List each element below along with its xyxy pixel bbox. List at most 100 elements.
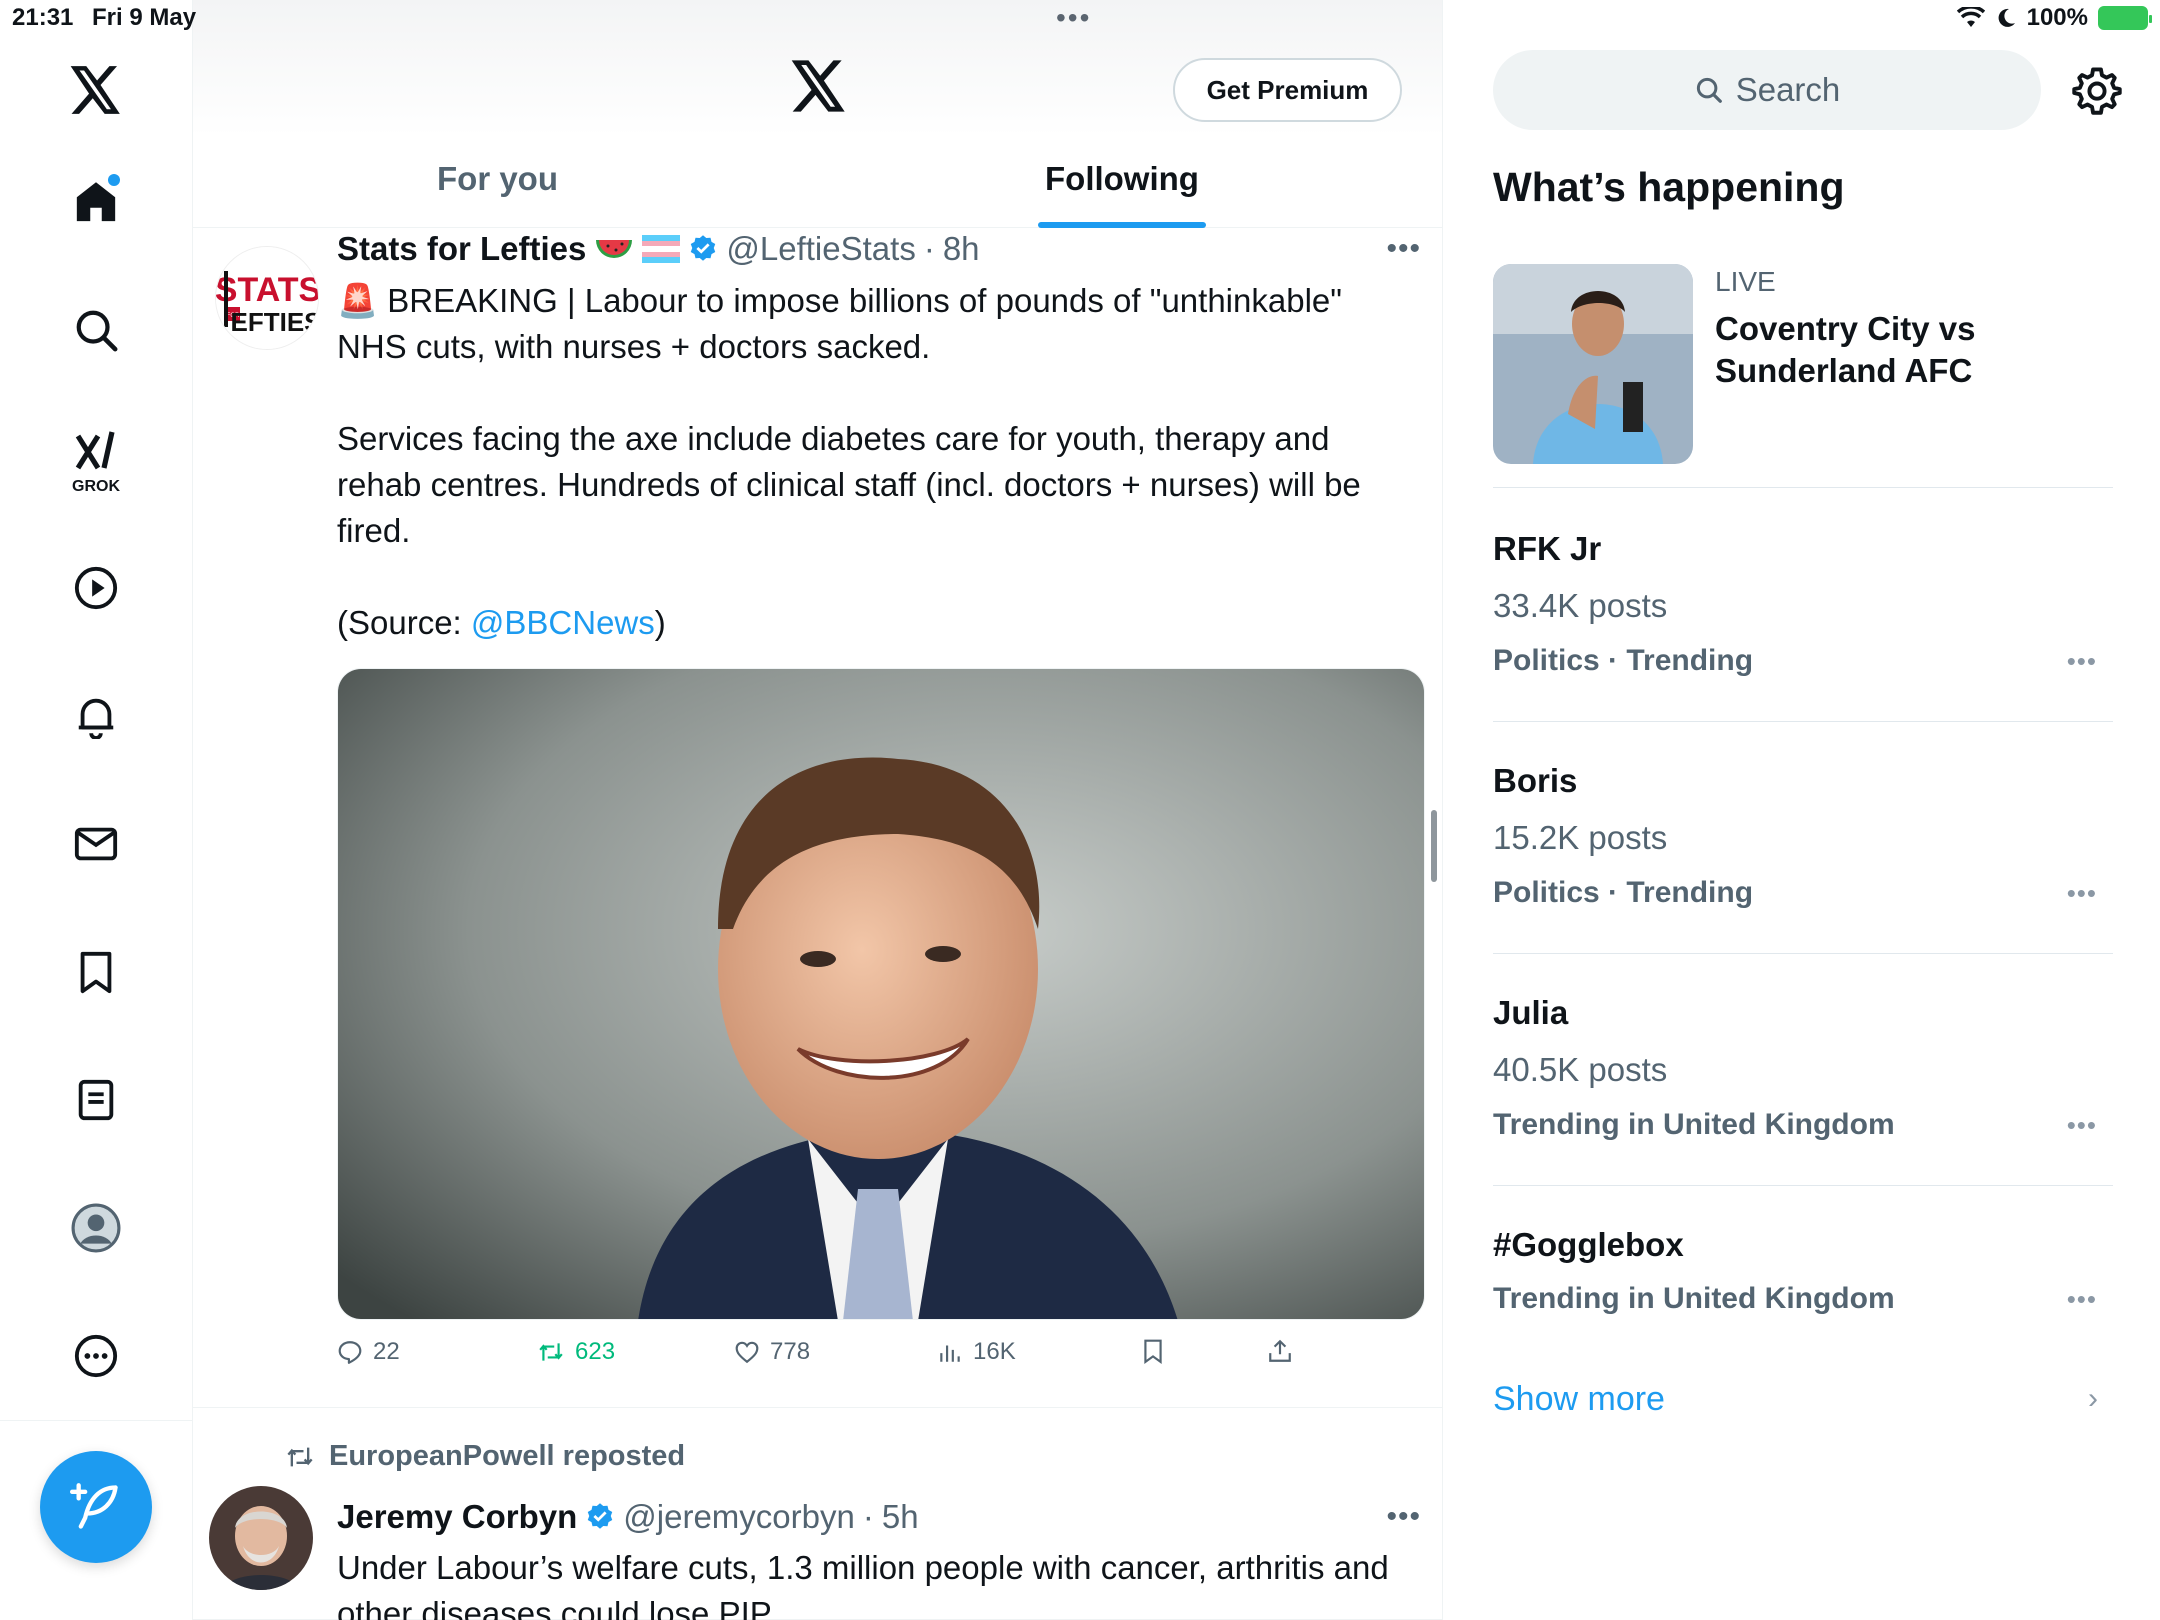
bookmark-button[interactable] [1140, 1338, 1166, 1364]
live-title: Coventry City vs Sunderland AFC [1715, 310, 1976, 389]
trend-title: #Gogglebox [1493, 1226, 1684, 1263]
avatar[interactable] [209, 1486, 313, 1590]
timeline: Get Premium For you Following STATS FOR … [193, 0, 1443, 1620]
meta-separator: · [862, 1498, 874, 1535]
author-handle[interactable]: @jeremycorbyn [623, 1498, 855, 1536]
meta-separator: · [923, 230, 935, 267]
left-navigation: GROK [0, 0, 193, 1620]
nav-divider [0, 1420, 193, 1421]
live-event-card[interactable]: LIVE Coventry City vs Sunderland AFC [1493, 264, 2113, 488]
like-icon [735, 1341, 759, 1364]
tweet-header: Stats for Lefties @LeftieStats · 8h [337, 230, 980, 268]
bookmark-icon[interactable] [66, 942, 126, 1002]
compose-icon [70, 1483, 118, 1529]
share-icon [1269, 1339, 1291, 1362]
status-bar: 21:31 Fri 9 May ••• 100% [0, 0, 2160, 40]
tab-for-you[interactable]: For you [437, 160, 558, 198]
reply-count: 22 [373, 1338, 400, 1365]
tweet-time[interactable]: 8h [943, 230, 980, 268]
tweet[interactable]: EuropeanPowell reposted Jeremy Corbyn @j… [193, 1408, 1442, 1620]
avatar-text-top: STATS [216, 271, 319, 309]
tweet-text: Under Labour’s welfare cuts, 1.3 million… [337, 1545, 1397, 1620]
repost-icon [287, 1447, 313, 1466]
mail-icon[interactable] [66, 814, 126, 874]
author-name[interactable]: Jeremy Corbyn [337, 1498, 577, 1536]
tab-following[interactable]: Following [1045, 160, 1199, 198]
right-sidebar: Search What’s happening LIVE Coventry Ci… [1443, 0, 2160, 1620]
moon-icon [1998, 8, 2015, 27]
chevron-right-icon[interactable]: › [2088, 1382, 2098, 1416]
avatar[interactable]: STATS FOR EFTIES [215, 246, 319, 350]
author-name[interactable]: Stats for Lefties [337, 230, 586, 268]
profile-icon[interactable] [66, 1198, 126, 1258]
search-icon[interactable] [66, 300, 126, 360]
source-link[interactable]: @BBCNews [471, 604, 655, 641]
avatar-text-bottom: EFTIES [230, 307, 319, 337]
reply-button[interactable]: 22 [337, 1338, 400, 1366]
tweet-text: 🚨 BREAKING | Labour to impose billions o… [337, 278, 1397, 646]
battery-icon [2098, 6, 2152, 30]
source-prefix: (Source: [337, 604, 471, 641]
grok-icon[interactable] [66, 422, 126, 482]
tweet-time[interactable]: 5h [882, 1498, 919, 1536]
author-handle[interactable]: @LeftieStats [726, 230, 915, 268]
battery-percent: 100% [2026, 4, 2088, 31]
verified-icon [691, 235, 716, 261]
more-circle-icon[interactable] [66, 1326, 126, 1386]
tweet-source-line: (Source: @BBCNews) [337, 600, 1397, 646]
trend-count: 15.2K posts [1493, 819, 1668, 856]
scrollbar[interactable] [1431, 810, 1437, 882]
media-photo [338, 669, 1424, 1319]
tweet-media[interactable] [337, 668, 1425, 1320]
trend-title: Boris [1493, 762, 1578, 799]
trend-item[interactable]: #Gogglebox Trending in United Kingdom ••… [1493, 1186, 2113, 1358]
trend-item[interactable]: Boris 15.2K posts Politics · Trending ••… [1493, 722, 2113, 954]
trend-category: Politics · Trending [1493, 876, 1754, 909]
share-button[interactable] [1267, 1338, 1293, 1364]
settings-icon[interactable] [2071, 64, 2123, 116]
trend-more-icon[interactable]: ••• [2067, 1284, 2097, 1315]
repost-button[interactable]: 623 [537, 1338, 615, 1366]
live-label: LIVE [1715, 266, 1776, 297]
like-button[interactable]: 778 [734, 1338, 810, 1366]
trend-category: Trending in United Kingdom [1493, 1282, 1895, 1315]
trend-count: 40.5K posts [1493, 1051, 1668, 1088]
trend-category: Politics · Trending [1493, 644, 1754, 677]
multitasking-dots-icon[interactable]: ••• [1056, 2, 1091, 34]
trend-more-icon[interactable]: ••• [2067, 1110, 2097, 1141]
bookmark-icon [1144, 1339, 1162, 1364]
section-title: What’s happening [1493, 164, 1845, 210]
views-count: 16K [973, 1338, 1016, 1365]
status-date: Fri 9 May [92, 4, 197, 31]
get-premium-button[interactable]: Get Premium [1173, 58, 1402, 122]
show-more-link[interactable]: Show more [1493, 1380, 1665, 1419]
search-input[interactable]: Search [1493, 50, 2041, 130]
tweet-paragraph-1: 🚨 BREAKING | Labour to impose billions o… [337, 282, 1342, 365]
trend-more-icon[interactable]: ••• [2067, 646, 2097, 677]
tweet-more-icon[interactable]: ••• [1386, 232, 1421, 266]
views-button[interactable]: 16K [937, 1338, 1016, 1366]
trend-item[interactable]: RFK Jr 33.4K posts Politics · Trending •… [1493, 490, 2113, 722]
search-icon [1696, 77, 1722, 103]
trend-category: Trending in United Kingdom [1493, 1108, 1895, 1141]
repost-context: EuropeanPowell reposted [283, 1440, 685, 1473]
list-icon[interactable] [66, 1070, 126, 1130]
x-logo-icon[interactable] [791, 60, 851, 120]
wifi-icon [1956, 7, 1985, 27]
tweet-paragraph-1: Under Labour’s welfare cuts, 1.3 million… [337, 1549, 1389, 1620]
like-count: 778 [770, 1338, 811, 1365]
tweet-more-icon[interactable]: ••• [1386, 1500, 1421, 1534]
reposted-by[interactable]: EuropeanPowell reposted [329, 1440, 685, 1473]
tweet-header: Jeremy Corbyn @jeremycorbyn · 5h [337, 1498, 919, 1536]
tweet[interactable]: STATS FOR EFTIES Stats for Lefties @Left… [193, 228, 1442, 1408]
trend-more-icon[interactable]: ••• [2067, 878, 2097, 909]
x-logo-icon[interactable] [66, 60, 126, 120]
home-notification-dot [108, 174, 120, 186]
compose-button[interactable] [40, 1451, 152, 1563]
views-icon [940, 1345, 960, 1362]
video-icon[interactable] [66, 558, 126, 618]
bell-icon[interactable] [66, 686, 126, 746]
trend-item[interactable]: Julia 40.5K posts Trending in United Kin… [1493, 954, 2113, 1186]
live-thumbnail [1493, 264, 1693, 464]
source-suffix: ) [654, 604, 666, 641]
